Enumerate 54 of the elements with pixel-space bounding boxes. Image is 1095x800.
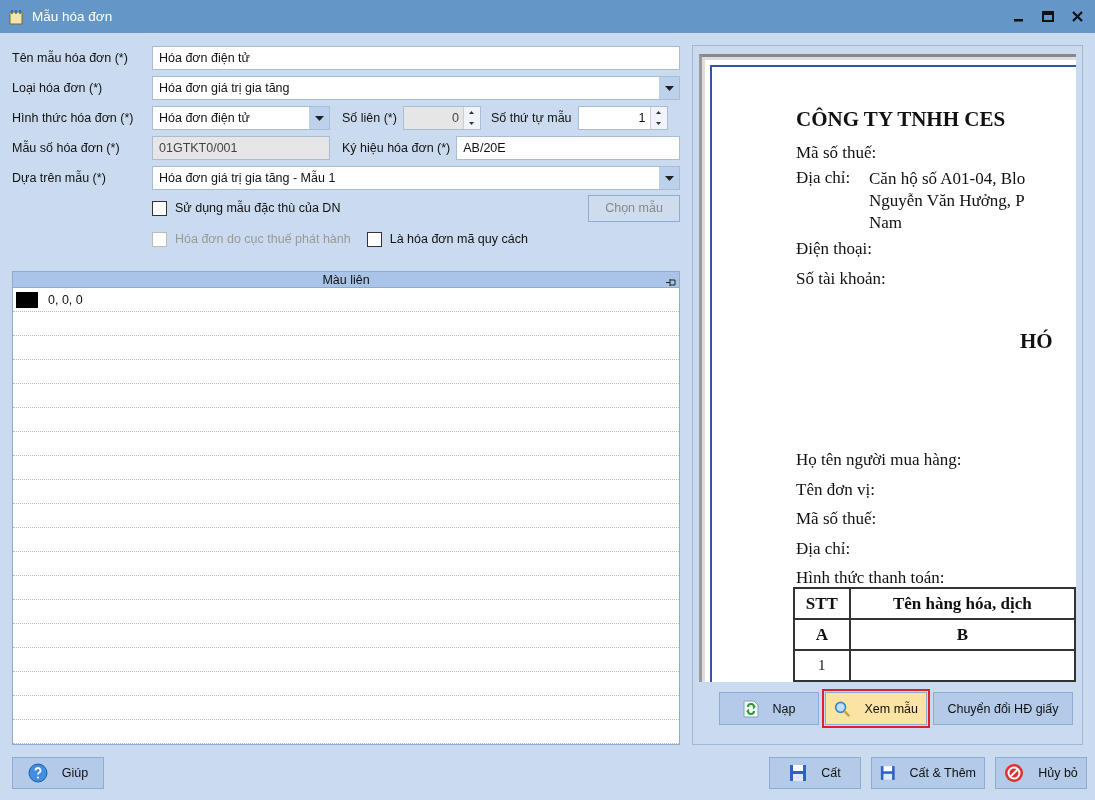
preview-text: Nam (869, 212, 904, 234)
field-label: Dựa trên mẫu (*) (12, 171, 107, 185)
close-icon[interactable] (1072, 11, 1083, 22)
save-icon (789, 764, 808, 782)
preview-text: Nguyễn Văn Hưởng, P (869, 190, 1026, 212)
company-name: CÔNG TY TNHH CES (796, 107, 1007, 132)
preview-text: Mã số thuế: (796, 508, 878, 530)
table-header: Tên hàng hóa, dịch (849, 588, 1075, 619)
field-label: Số liên (*) (341, 111, 398, 125)
field-label: Mẫu số hóa đơn (*) (12, 141, 121, 155)
checkbox[interactable]: Là hóa đơn mã quy cách (366, 231, 528, 247)
cancel-icon (1004, 763, 1025, 783)
maximize-icon[interactable] (1042, 11, 1054, 22)
preview-text: Số tài khoản: (796, 268, 887, 290)
table-cell: A (794, 619, 850, 650)
preview-text: Địa chỉ: (796, 537, 852, 560)
table-cell: 1 (794, 650, 850, 681)
action-button[interactable]: Hủy bỏ (995, 757, 1087, 789)
field-label: Tên mẫu hóa đơn (*) (12, 51, 129, 65)
dropdown-field[interactable]: Hóa đơn giá trị gia tăng - Mẫu 1 (152, 166, 680, 190)
column-header[interactable]: Màu liên (13, 272, 679, 288)
dropdown-field[interactable]: Hóa đơn giá trị gia tăng (152, 76, 680, 100)
text-field[interactable]: Hóa đơn điện tử (152, 46, 680, 70)
preview-text: Tên đơn vị: (796, 478, 876, 501)
field-label: Hình thức hóa đơn (*) (12, 111, 135, 125)
preview-text: Căn hộ số A01-04, Blo (869, 168, 1026, 190)
preview-button[interactable]: Xem mẫu (825, 692, 927, 725)
refresh-icon (742, 699, 759, 718)
preview-text: Hình thức thanh toán: (796, 567, 946, 589)
field-label: Ký hiệu hóa đơn (*) (341, 141, 452, 155)
help-button[interactable]: Giúp (12, 757, 104, 789)
action-button[interactable]: Cất (769, 757, 861, 789)
table-cell: B (849, 619, 1075, 650)
preview-text: Địa chỉ: (796, 168, 852, 189)
number-spinner[interactable]: 1 (577, 106, 668, 130)
preview-text: Mã số thuế: (796, 142, 878, 164)
dropdown-field[interactable]: Hóa đơn điện tử (152, 106, 330, 130)
preview-text: Điện thoại: (796, 238, 873, 260)
preview-button[interactable]: Chuyển đổi HĐ giấy (933, 692, 1073, 725)
text-field[interactable]: AB/20E (456, 136, 680, 160)
preview-button[interactable]: Nạp (719, 692, 819, 725)
field-label: Loại hóa đơn (*) (12, 81, 104, 95)
notepad-icon (8, 8, 24, 25)
color-value: 0, 0, 0 (48, 292, 83, 307)
save-icon (880, 764, 896, 782)
help-icon (27, 763, 48, 783)
window-title: Mẫu hóa đơn (32, 9, 114, 24)
pin-icon[interactable] (666, 278, 676, 287)
checkbox[interactable]: Sử dụng mẫu đặc thù của DN (152, 200, 341, 216)
preview-text: Họ tên người mua hàng: (796, 449, 962, 471)
invoice-heading: HÓ (1020, 329, 1053, 354)
field-label: Số thứ tự mẫu (489, 111, 573, 125)
table-header: STT (794, 588, 850, 619)
action-button[interactable]: Cất & Thêm (871, 757, 985, 789)
